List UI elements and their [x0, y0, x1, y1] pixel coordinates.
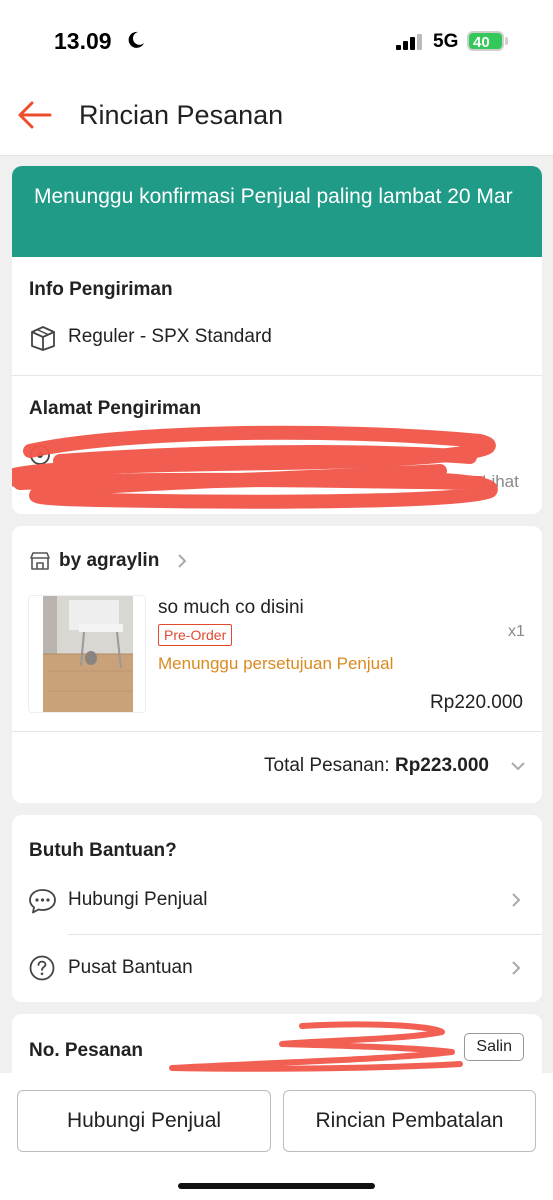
divider — [12, 375, 542, 376]
battery-icon: 40 — [467, 31, 504, 51]
chevron-right-icon — [512, 893, 521, 907]
order-number-redaction — [169, 1021, 463, 1072]
help-item-help-center[interactable]: Pusat Bantuan — [12, 937, 542, 999]
address-title: Alamat Pengiriman — [29, 398, 202, 419]
app-header: Rincian Pesanan — [0, 78, 553, 156]
preorder-badge: Pre-Order — [158, 624, 233, 646]
product-price: Rp220.000 — [430, 692, 523, 713]
product-photo — [43, 596, 133, 712]
copy-order-number-button[interactable]: Salin — [464, 1033, 524, 1061]
product-image[interactable] — [28, 595, 146, 713]
status-banner: Menunggu konfirmasi Penjual paling lamba… — [12, 166, 542, 257]
order-card: by agraylin so much co disini Pre-Order … — [12, 526, 542, 803]
shipping-info-title: Info Pengiriman — [29, 279, 173, 300]
signal-icon — [396, 34, 422, 50]
chevron-right-icon[interactable] — [177, 553, 187, 569]
network-type: 5G — [433, 31, 459, 52]
address-redaction — [12, 425, 498, 509]
shipping-card: Menunggu konfirmasi Penjual paling lamba… — [12, 166, 542, 514]
package-icon — [31, 326, 55, 351]
chevron-down-icon[interactable] — [510, 761, 526, 771]
order-item-status: Menunggu persetujuan Penjual — [158, 654, 394, 673]
shop-icon — [30, 552, 50, 570]
moon-icon — [128, 31, 144, 48]
status-time: 13.09 — [54, 28, 112, 54]
help-item-contact-seller[interactable]: Hubungi Penjual — [12, 873, 542, 935]
order-total-value: Rp223.000 — [394, 755, 489, 776]
divider — [12, 731, 542, 732]
product-name: so much co disini — [158, 597, 304, 618]
chevron-right-icon — [512, 961, 521, 975]
contact-seller-button[interactable]: Hubungi Penjual — [17, 1090, 271, 1152]
battery-tip — [505, 37, 508, 45]
shop-name[interactable]: by agraylin — [59, 550, 159, 572]
help-item-label: Hubungi Penjual — [68, 889, 208, 910]
status-bar: 13.09 5G 40 — [0, 0, 553, 78]
home-indicator — [178, 1183, 375, 1189]
page-title: Rincian Pesanan — [79, 100, 284, 130]
question-icon — [29, 955, 55, 981]
order-total-row[interactable]: Total Pesanan: Rp223.000 — [264, 755, 489, 777]
divider — [68, 934, 542, 935]
back-arrow-icon[interactable] — [16, 98, 54, 132]
help-item-label: Pusat Bantuan — [68, 957, 193, 978]
order-total-label: Total Pesanan: — [264, 755, 390, 776]
order-number-label: No. Pesanan — [29, 1040, 144, 1061]
address-more-link[interactable]: Lihat — [482, 472, 519, 492]
location-icon — [30, 445, 50, 465]
product-quantity: x1 — [508, 623, 525, 640]
shipping-method: Reguler - SPX Standard — [68, 326, 272, 347]
help-card: Butuh Bantuan? Hubungi Penjual Pusat Ban… — [12, 815, 542, 1002]
cancellation-details-button[interactable]: Rincian Pembatalan — [283, 1090, 536, 1152]
bottom-action-bar: Hubungi Penjual Rincian Pembatalan — [0, 1073, 553, 1200]
help-title: Butuh Bantuan? — [29, 840, 177, 861]
chat-icon — [29, 889, 56, 914]
